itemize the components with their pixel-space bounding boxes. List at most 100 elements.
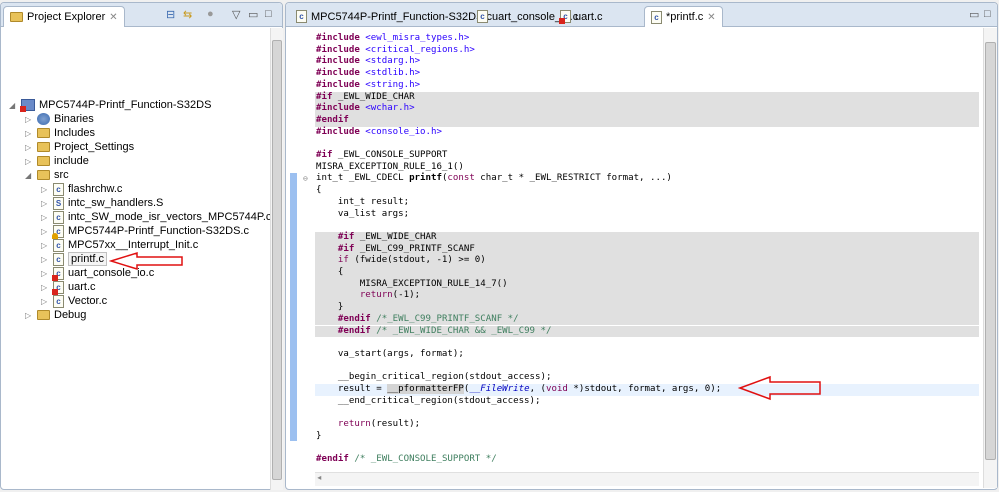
code-line[interactable]: #if _EWL_WIDE_CHAR	[315, 231, 979, 244]
code-line[interactable]: va_list args;	[315, 209, 979, 221]
code-line[interactable]: }	[315, 431, 979, 443]
tree-item[interactable]: ▷ Sintc_sw_handlers.S	[41, 196, 163, 210]
close-icon[interactable]: ✕	[707, 12, 715, 23]
code-line[interactable]: MISRA_EXCEPTION_RULE_16_1()	[315, 162, 979, 174]
code-line[interactable]: #endif /*_EWL_C99_PRINTF_SCANF */	[315, 313, 979, 326]
maximize-icon[interactable]: □	[984, 8, 991, 20]
close-icon[interactable]: ✕	[109, 12, 117, 23]
collapsed-arrow-icon[interactable]: ▷	[41, 185, 49, 194]
editor-tab[interactable]: c MPC5744P-Printf_Function-S32DS.c	[290, 6, 498, 27]
code-line[interactable]: {	[315, 185, 979, 197]
code-line[interactable]: int_t result;	[315, 197, 979, 209]
code-token: #if	[337, 231, 355, 242]
view-menu-icon[interactable]: ▽	[232, 8, 240, 21]
code-token: va_start(args, format);	[316, 348, 464, 359]
tree-item[interactable]: ▷ c uart.c	[41, 280, 96, 295]
tree-item[interactable]: ▷ c printf.c	[41, 252, 108, 266]
expanded-arrow-icon[interactable]: ◢	[9, 101, 17, 110]
collapsed-arrow-icon[interactable]: ▷	[41, 213, 49, 222]
code-line[interactable]: MISRA_EXCEPTION_RULE_14_7()	[315, 278, 979, 291]
fold-toggle-icon[interactable]: ⊖	[303, 173, 308, 185]
code-line[interactable]: {	[315, 267, 979, 279]
code-line[interactable]	[315, 361, 979, 373]
code-line[interactable]: #include <wchar.h>	[315, 103, 979, 115]
tree-item[interactable]: ▷ Includes	[25, 126, 95, 140]
collapsed-arrow-icon[interactable]: ▷	[41, 297, 49, 306]
code-line[interactable]	[315, 407, 979, 419]
minimize-icon[interactable]: ▭	[248, 8, 258, 21]
collapsed-arrow-icon[interactable]: ▷	[25, 143, 33, 152]
tree-item[interactable]: ▷ c flashrchw.c	[41, 182, 122, 196]
code-line[interactable]: #if _EWL_WIDE_CHAR	[315, 91, 979, 104]
code-line[interactable]: if (fwide(stdout, -1) >= 0)	[315, 255, 979, 267]
collapsed-arrow-icon[interactable]: ▷	[41, 283, 49, 292]
code-line[interactable]: __end_critical_region(stdout_access);	[315, 396, 979, 408]
code-line[interactable]: __begin_critical_region(stdout_access);	[315, 372, 979, 384]
code-token: #endif	[337, 325, 371, 336]
tree-item[interactable]: ◢ MPC5744P-Printf_Function-S32DS	[9, 98, 211, 112]
code-line[interactable]: #include <console_io.h>	[315, 127, 979, 139]
code-line[interactable]	[315, 138, 979, 150]
tree-item[interactable]: ▷ include	[25, 154, 89, 168]
tree-item[interactable]: ▷ Debug	[25, 308, 86, 322]
code-line[interactable]: return(result);	[315, 419, 979, 431]
scrollbar-thumb[interactable]	[272, 40, 282, 480]
collapsed-arrow-icon[interactable]: ▷	[41, 241, 49, 250]
vertical-scrollbar[interactable]	[270, 28, 283, 490]
tree-item[interactable]: ▷ c Vector.c	[41, 294, 107, 308]
link-with-editor-icon[interactable]: ⇆	[183, 8, 192, 21]
scrollbar-thumb[interactable]	[985, 42, 996, 460]
collapsed-arrow-icon[interactable]: ▷	[41, 199, 49, 208]
code-token: #if	[316, 91, 333, 102]
code-line[interactable]	[315, 220, 979, 232]
code-line[interactable]: #include <stdlib.h>	[315, 68, 979, 80]
code-token: /* _EWL_WIDE_CHAR && _EWL_C99 */	[376, 325, 552, 336]
code-line[interactable]: ⊖ int_t _EWL_CDECL printf(const char_t * …	[303, 173, 979, 185]
code-line[interactable]: return(-1);	[315, 290, 979, 303]
code-token: #include	[316, 56, 360, 67]
code-line[interactable]	[315, 337, 979, 349]
minimize-icon[interactable]: ▭	[969, 8, 979, 21]
code-line[interactable]: #endif	[315, 114, 979, 127]
tree-item[interactable]: ▷ c MPC5744P-Printf_Function-S32DS.c	[41, 224, 249, 239]
collapsed-arrow-icon[interactable]: ▷	[41, 255, 49, 264]
code-line[interactable]: #if _EWL_C99_PRINTF_SCANF	[315, 243, 979, 256]
code-line[interactable]: result = __pformatterFP(__FileWrite, (vo…	[315, 384, 979, 396]
tree-item[interactable]: ▷ Project_Settings	[25, 140, 134, 154]
tree-item[interactable]: ▷ c MPC57xx__Interrupt_Init.c	[41, 238, 198, 252]
code-token: #include	[316, 44, 360, 55]
c-file-icon: c	[53, 294, 64, 308]
collapsed-arrow-icon[interactable]: ▷	[25, 129, 33, 138]
collapsed-arrow-icon[interactable]: ▷	[41, 227, 49, 236]
tree-item[interactable]: ◢ src	[25, 168, 69, 182]
code-line[interactable]: #include <ewl_misra_types.h>	[315, 33, 979, 45]
tree-item-label: Includes	[54, 127, 95, 139]
code-line[interactable]: #include <critical_regions.h>	[315, 45, 979, 57]
code-token: <string.h>	[365, 79, 421, 90]
editor-horizontal-scrollbar[interactable]: ◂	[315, 472, 979, 486]
collapsed-arrow-icon[interactable]: ▷	[25, 115, 33, 124]
collapsed-arrow-icon[interactable]: ▷	[25, 157, 33, 166]
collapse-all-icon[interactable]: ⊟	[166, 8, 175, 21]
code-line[interactable]: }	[315, 302, 979, 314]
code-line[interactable]: #include <string.h>	[315, 80, 979, 92]
editor-tab[interactable]: c uart.c	[554, 6, 609, 27]
filter-icon[interactable]: ●	[207, 8, 214, 20]
editor-tab[interactable]: c *printf.c ✕	[644, 6, 723, 27]
collapsed-arrow-icon[interactable]: ▷	[25, 311, 33, 320]
code-line[interactable]: va_start(args, format);	[315, 349, 979, 361]
code-line[interactable]: #if _EWL_CONSOLE_SUPPORT	[315, 150, 979, 162]
code-line[interactable]: #endif /* _EWL_CONSOLE_SUPPORT */	[315, 454, 979, 466]
expanded-arrow-icon[interactable]: ◢	[25, 171, 33, 180]
code-editor[interactable]: #include <ewl_misra_types.h> #include <cr…	[303, 33, 979, 469]
tree-item[interactable]: ▷ c intc_SW_mode_isr_vectors_MPC5744P.c	[41, 210, 271, 224]
collapsed-arrow-icon[interactable]: ▷	[41, 269, 49, 278]
tab-project-explorer[interactable]: Project Explorer ✕	[3, 6, 125, 27]
tree-item[interactable]: ▷ Binaries	[25, 112, 94, 126]
code-line[interactable]: #endif /* _EWL_WIDE_CHAR && _EWL_C99 */	[315, 325, 979, 338]
code-line[interactable]	[315, 443, 979, 455]
editor-tab-label: uart.c	[575, 10, 603, 23]
maximize-icon[interactable]: □	[265, 8, 272, 20]
code-line[interactable]: #include <stdarg.h>	[315, 56, 979, 68]
editor-vertical-scrollbar[interactable]	[983, 28, 997, 488]
